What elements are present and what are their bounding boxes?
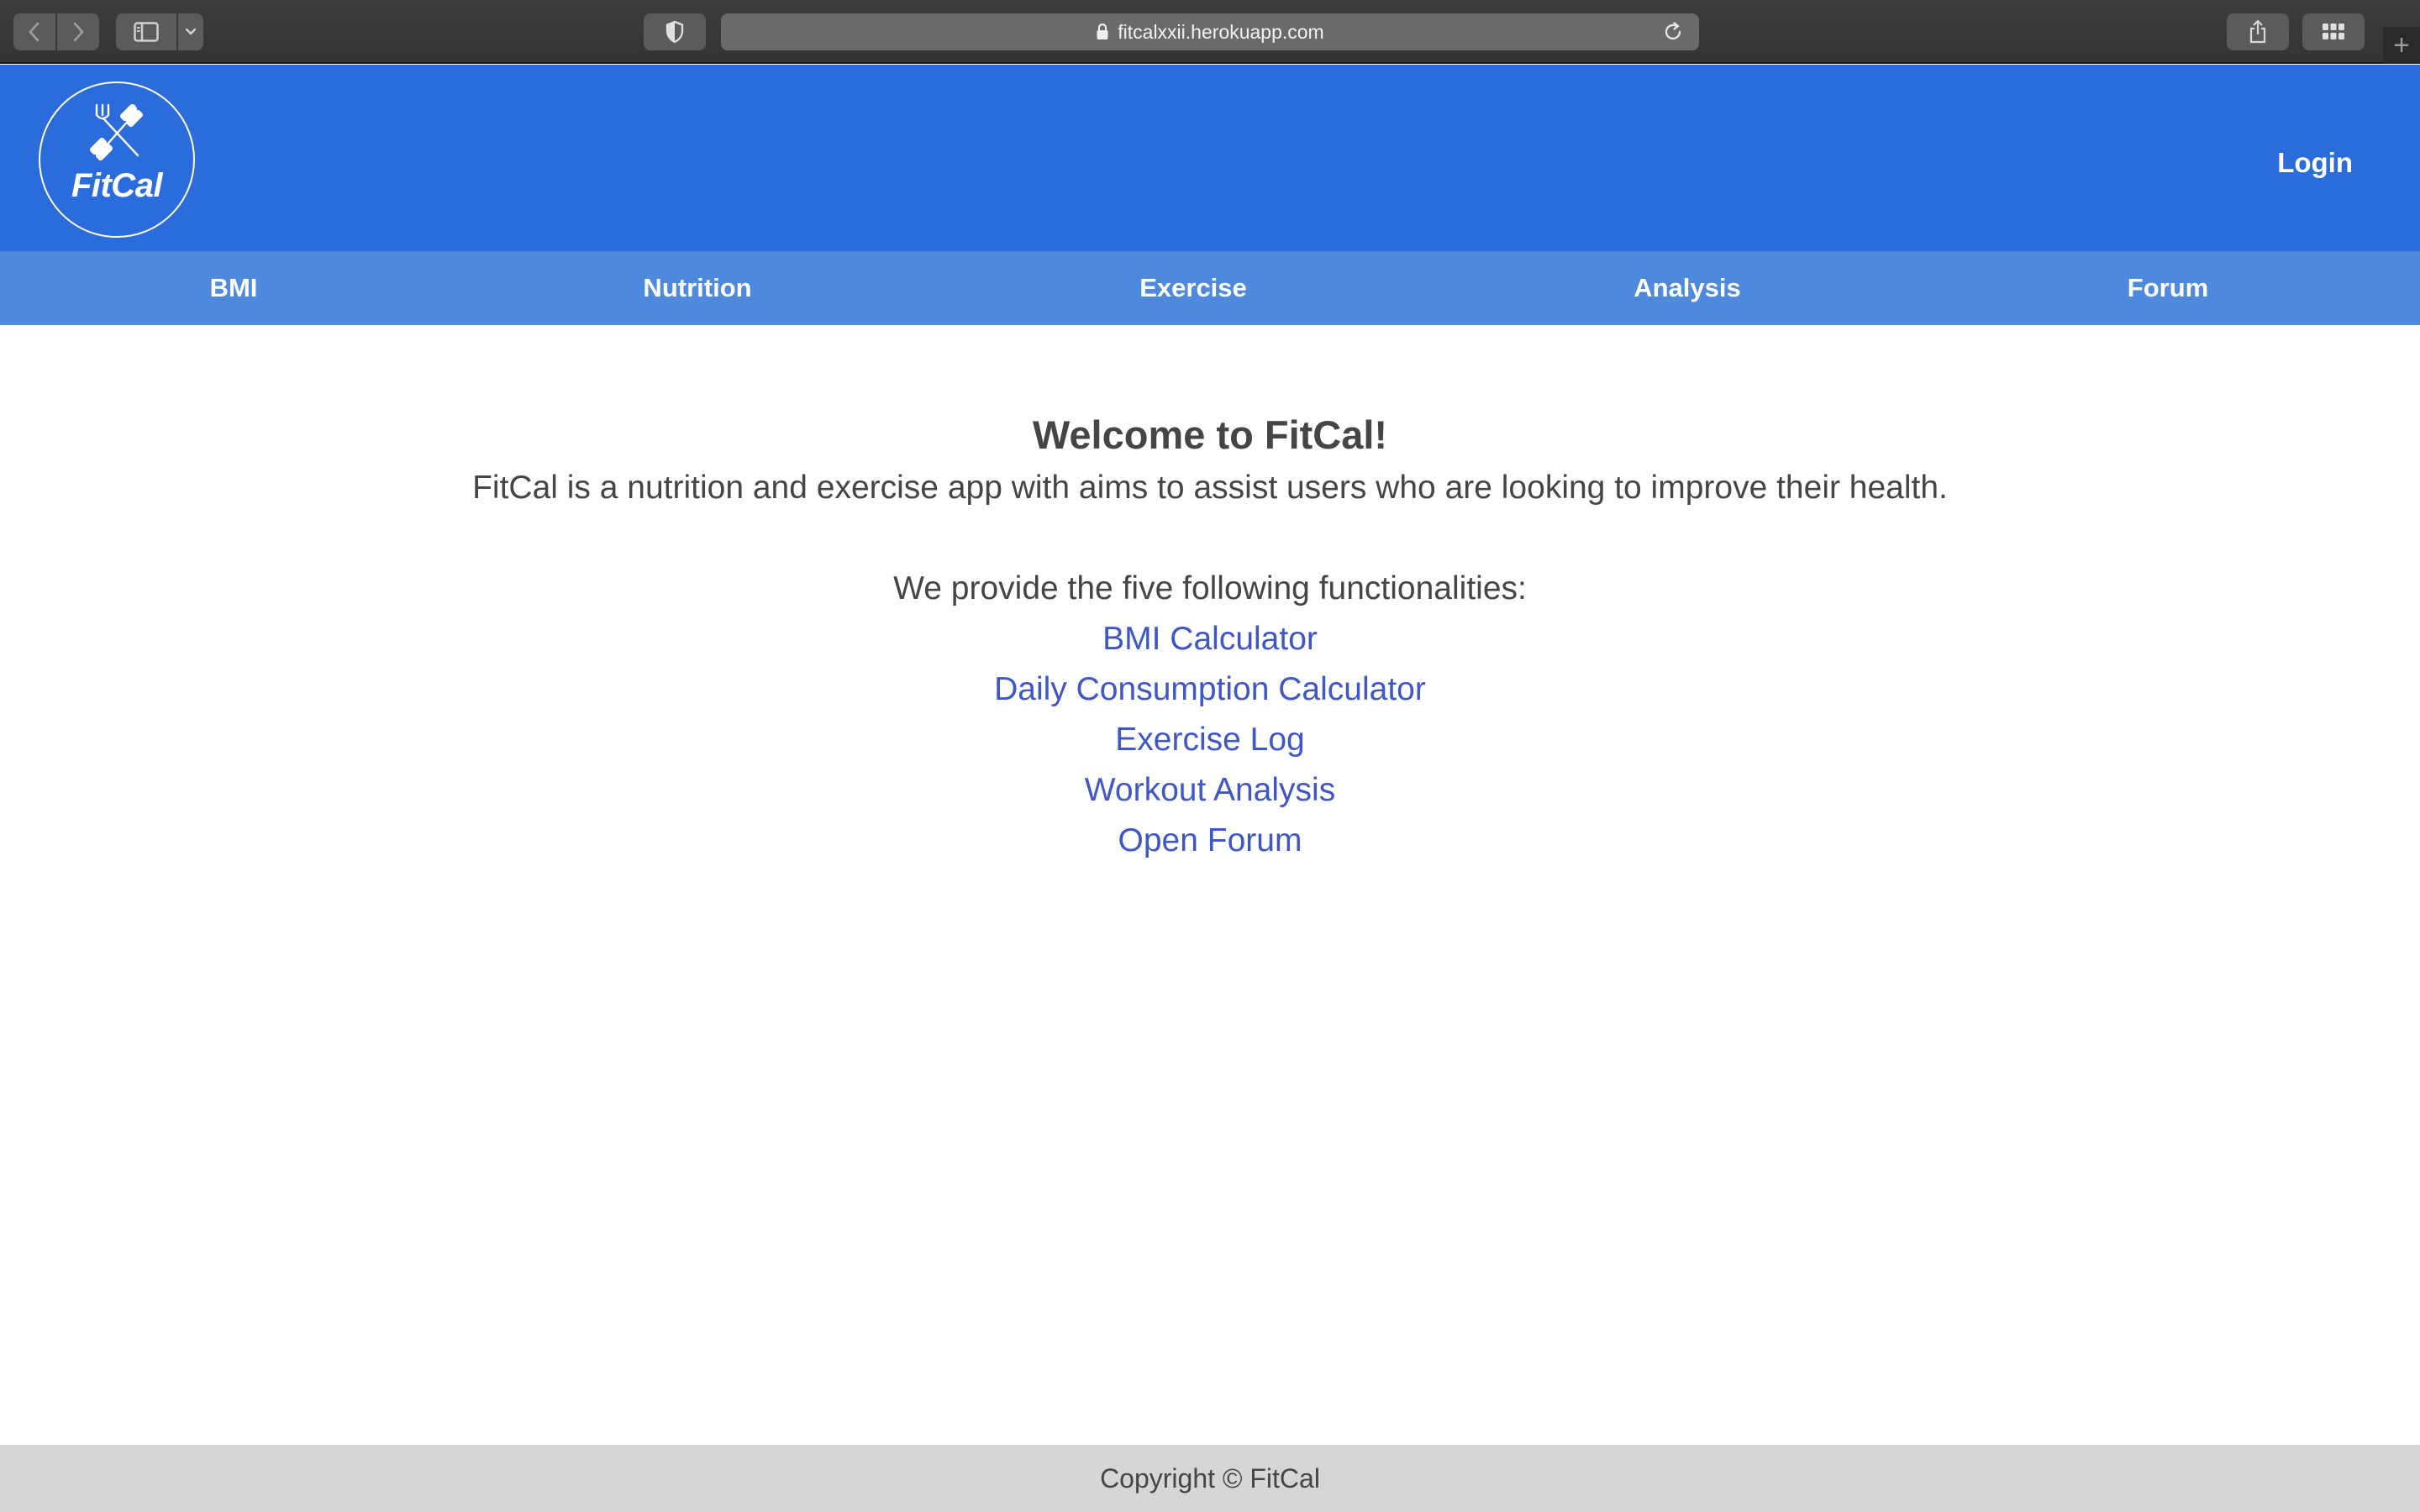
nav-item-nutrition[interactable]: Nutrition [643, 251, 751, 325]
feature-link-open-forum[interactable]: Open Forum [0, 822, 2420, 859]
app-description: FitCal is a nutrition and exercise app w… [472, 470, 1948, 506]
feature-link-bmi-calculator[interactable]: BMI Calculator [0, 621, 2420, 658]
shield-icon [666, 20, 684, 44]
plus-icon: + [2393, 29, 2410, 61]
nav-item-exercise[interactable]: Exercise [1139, 251, 1247, 325]
login-link[interactable]: Login [2277, 147, 2353, 179]
sidebar-menu-button[interactable] [178, 13, 203, 50]
nav-item-bmi[interactable]: BMI [210, 251, 258, 325]
features-intro: We provide the five following functional… [893, 570, 1527, 606]
page-title: Welcome to FitCal! [1032, 412, 1388, 457]
chevron-right-icon [73, 22, 84, 42]
copyright-text: Copyright © FitCal [1100, 1462, 1320, 1494]
feature-link-exercise-log[interactable]: Exercise Log [0, 722, 2420, 759]
nav-item-forum[interactable]: Forum [2128, 251, 2208, 325]
forward-button[interactable] [57, 13, 99, 50]
nav-item-analysis[interactable]: Analysis [1634, 251, 1741, 325]
tab-overview-button[interactable] [2302, 13, 2365, 50]
reload-icon[interactable] [1662, 21, 1684, 43]
new-tab-button[interactable]: + [2383, 27, 2420, 64]
address-url: fitcalxxii.herokuapp.com [1118, 20, 1324, 43]
feature-link-workout-analysis[interactable]: Workout Analysis [0, 772, 2420, 809]
share-icon [2249, 19, 2266, 44]
privacy-report-button[interactable] [644, 13, 706, 50]
sidebar-icon [134, 22, 159, 42]
dumbbell-fork-icon [89, 103, 144, 161]
grid-icon [2323, 24, 2344, 39]
logo-text: FitCal [71, 167, 163, 204]
browser-toolbar: fitcalxxii.herokuapp.com + [0, 0, 2420, 64]
chevron-down-icon [185, 28, 197, 35]
chevron-left-icon [29, 22, 39, 42]
site-header: FitCal Login [0, 65, 2420, 251]
share-button[interactable] [2227, 13, 2289, 50]
fitcal-logo[interactable]: FitCal [39, 81, 195, 238]
address-bar[interactable]: fitcalxxii.herokuapp.com [721, 13, 1699, 50]
main-nav: BMI Nutrition Exercise Analysis Forum [0, 251, 2420, 325]
lock-icon [1096, 23, 1109, 41]
sidebar-toggle-button[interactable] [116, 13, 176, 50]
site-footer: Copyright © FitCal [0, 1445, 2420, 1512]
feature-link-daily-consumption-calculator[interactable]: Daily Consumption Calculator [0, 671, 2420, 708]
back-button[interactable] [13, 13, 55, 50]
